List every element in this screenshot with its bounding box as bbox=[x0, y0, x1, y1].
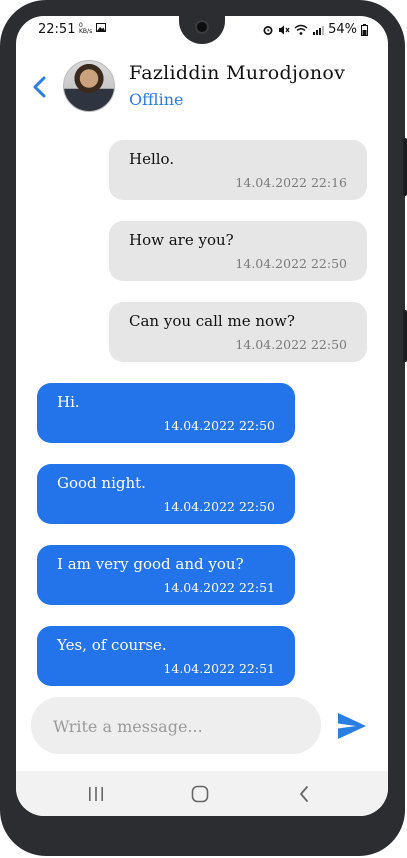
message-text: How are you? bbox=[129, 231, 234, 249]
message-text: I am very good and you? bbox=[57, 555, 244, 573]
network-speed: 0 KB/s bbox=[79, 23, 106, 35]
message-timestamp: 14.04.2022 22:51 bbox=[163, 661, 275, 676]
presence-status: Offline bbox=[129, 90, 184, 109]
message-timestamp: 14.04.2022 22:50 bbox=[163, 418, 275, 433]
message-timestamp: 14.04.2022 22:50 bbox=[163, 499, 275, 514]
network-speed-text: 0 KB/s bbox=[79, 22, 93, 35]
screen: 22:51 0 KB/s 54% Fazliddin Murodjonov Of… bbox=[16, 16, 388, 816]
status-right: 54% bbox=[262, 22, 368, 37]
recents-icon[interactable] bbox=[81, 781, 111, 807]
message-bubble-incoming[interactable]: Hello. 14.04.2022 22:16 bbox=[109, 140, 367, 200]
message-bubble-incoming[interactable]: How are you? 14.04.2022 22:50 bbox=[109, 221, 367, 281]
system-nav-bar bbox=[16, 771, 388, 816]
status-time: 22:51 bbox=[38, 22, 76, 37]
chat-header: Fazliddin Murodjonov Offline bbox=[16, 56, 388, 118]
message-timestamp: 14.04.2022 22:51 bbox=[163, 580, 275, 595]
volume-button bbox=[403, 138, 407, 196]
alarm-icon bbox=[263, 25, 273, 35]
send-icon[interactable] bbox=[336, 711, 368, 741]
message-text: Hello. bbox=[129, 150, 175, 168]
mute-icon bbox=[279, 25, 290, 34]
camera-icon bbox=[195, 20, 209, 34]
message-bubble-incoming[interactable]: Can you call me now? 14.04.2022 22:50 bbox=[109, 302, 367, 362]
signal-icon bbox=[313, 25, 325, 35]
nav-back-icon[interactable] bbox=[289, 781, 319, 807]
power-button bbox=[403, 310, 407, 362]
message-composer bbox=[31, 697, 321, 756]
message-timestamp: 14.04.2022 22:50 bbox=[235, 256, 347, 271]
home-icon[interactable] bbox=[185, 781, 215, 807]
message-text: Can you call me now? bbox=[129, 312, 295, 330]
avatar[interactable] bbox=[63, 60, 115, 112]
battery-icon bbox=[361, 23, 368, 36]
wifi-icon bbox=[294, 24, 308, 35]
contact-name: Fazliddin Murodjonov bbox=[129, 62, 346, 84]
message-bubble-outgoing[interactable]: Yes, of course. 14.04.2022 22:51 bbox=[37, 626, 295, 686]
gallery-icon bbox=[95, 23, 106, 32]
message-bubble-outgoing[interactable]: I am very good and you? 14.04.2022 22:51 bbox=[37, 545, 295, 605]
chevron-left-icon[interactable] bbox=[31, 76, 49, 98]
message-text: Yes, of course. bbox=[57, 636, 167, 654]
message-text: Good night. bbox=[57, 474, 146, 492]
message-timestamp: 14.04.2022 22:16 bbox=[235, 175, 347, 190]
message-bubble-outgoing[interactable]: Good night. 14.04.2022 22:50 bbox=[37, 464, 295, 524]
message-input[interactable] bbox=[51, 697, 305, 756]
message-text: Hi. bbox=[57, 393, 80, 411]
phone-frame: 22:51 0 KB/s 54% Fazliddin Murodjonov Of… bbox=[0, 0, 407, 856]
message-bubble-outgoing[interactable]: Hi. 14.04.2022 22:50 bbox=[37, 383, 295, 443]
message-timestamp: 14.04.2022 22:50 bbox=[235, 337, 347, 352]
battery-percent: 54% bbox=[328, 22, 357, 37]
